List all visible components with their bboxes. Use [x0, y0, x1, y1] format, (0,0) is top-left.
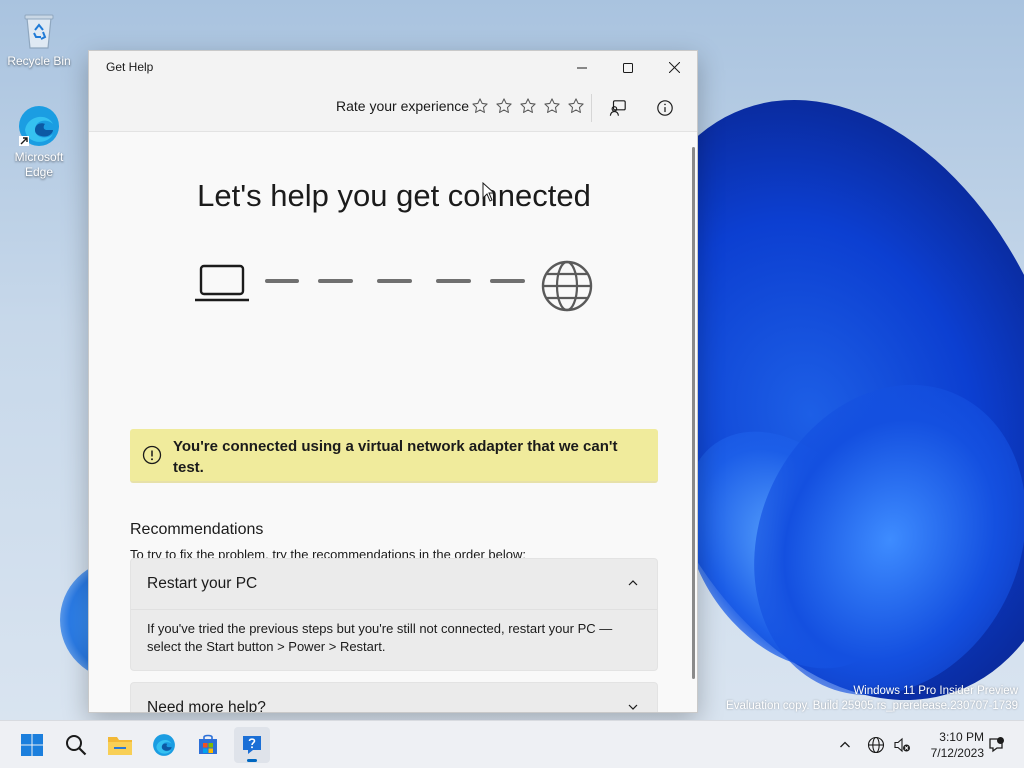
minimize-icon	[577, 67, 587, 68]
file-explorer-icon	[108, 737, 132, 755]
star-1-button[interactable]	[470, 96, 490, 116]
chevron-up-icon	[628, 580, 638, 586]
taskbar-get-help[interactable]	[234, 727, 270, 763]
clock-date: 7/12/2023	[930, 746, 984, 760]
volume-button[interactable]	[892, 735, 912, 755]
get-help-window: Get Help Rate your experience Let's help…	[88, 50, 698, 713]
star-icon	[568, 98, 584, 113]
vertical-scrollbar[interactable]	[692, 147, 695, 679]
minimize-button[interactable]	[559, 51, 605, 84]
star-3-button[interactable]	[518, 96, 538, 116]
maximize-icon	[623, 62, 633, 73]
accordion-body: If you've tried the previous steps but y…	[131, 609, 657, 670]
store-icon	[199, 734, 217, 754]
accordion-need-more-help: Need more help?	[130, 682, 658, 712]
notification-icon	[989, 737, 1004, 753]
notification-button[interactable]	[986, 735, 1006, 755]
star-icon	[496, 98, 512, 113]
info-icon	[657, 100, 673, 116]
toolbar: Rate your experience	[89, 84, 697, 132]
toolbar-divider	[591, 94, 592, 122]
desktop-icon-label: Recycle Bin	[7, 54, 71, 68]
network-status-button[interactable]	[866, 735, 886, 755]
mouse-cursor-icon	[482, 182, 496, 202]
desktop-icon-edge[interactable]: Microsoft Edge	[2, 104, 76, 180]
star-5-button[interactable]	[566, 96, 586, 116]
star-2-button[interactable]	[494, 96, 514, 116]
page-heading: Let's help you get connected	[197, 178, 591, 213]
taskbar-store[interactable]	[190, 727, 226, 763]
star-icon	[544, 98, 560, 113]
taskbar-search-button[interactable]	[58, 727, 94, 763]
connection-dash	[377, 279, 412, 283]
search-icon	[66, 735, 87, 756]
content-area[interactable]: Let's help you get connected You're conn…	[89, 132, 697, 712]
close-button[interactable]	[651, 51, 697, 84]
warning-banner: You're connected using a virtual network…	[130, 429, 658, 483]
accordion-header[interactable]: Need more help?	[131, 683, 657, 712]
clock-time: 3:10 PM	[939, 730, 984, 744]
globe-icon	[541, 260, 593, 312]
accordion-title: Need more help?	[147, 699, 266, 712]
taskbar: 3:10 PM 7/12/2023	[0, 720, 1024, 768]
chevron-up-icon	[840, 741, 850, 748]
accordion-title: Restart your PC	[147, 575, 258, 592]
network-icon	[867, 736, 885, 754]
connection-dash	[490, 279, 525, 283]
taskbar-file-explorer[interactable]	[102, 727, 138, 763]
edge-icon	[17, 104, 61, 148]
close-icon	[668, 62, 680, 73]
star-icon	[520, 98, 536, 113]
accordion-header[interactable]: Restart your PC	[131, 559, 657, 609]
feedback-icon	[609, 100, 626, 116]
edge-icon	[153, 734, 175, 756]
show-hidden-icons-button[interactable]	[835, 735, 855, 755]
connection-dash	[318, 279, 353, 283]
star-icon	[472, 98, 488, 113]
windows-watermark: Windows 11 Pro Insider Preview Evaluatio…	[726, 685, 1018, 712]
start-icon	[21, 734, 43, 756]
chevron-down-icon	[628, 704, 638, 710]
connection-diagram	[195, 260, 593, 312]
accordion-restart-pc: Restart your PC If you've tried the prev…	[130, 558, 658, 671]
maximize-button[interactable]	[605, 51, 651, 84]
recommendations-heading: Recommendations	[130, 521, 264, 538]
desktop-icon-recycle-bin[interactable]: Recycle Bin	[2, 8, 76, 69]
feedback-button[interactable]	[602, 94, 634, 122]
title-bar[interactable]: Get Help	[89, 51, 697, 84]
start-button[interactable]	[14, 727, 50, 763]
laptop-icon	[195, 264, 249, 302]
desktop-icon-label: Microsoft Edge	[14, 150, 64, 179]
taskbar-clock[interactable]: 3:10 PM 7/12/2023	[918, 729, 984, 761]
connection-dash	[265, 279, 299, 283]
warning-text: You're connected using a virtual network…	[173, 438, 618, 476]
get-help-icon	[243, 736, 261, 754]
window-title: Get Help	[106, 60, 154, 74]
star-rating	[470, 96, 586, 116]
about-button[interactable]	[649, 94, 681, 122]
taskbar-edge[interactable]	[146, 727, 182, 763]
warning-icon	[142, 445, 162, 465]
rate-experience-label: Rate your experience	[336, 98, 470, 114]
recycle-bin-icon	[17, 8, 61, 52]
star-4-button[interactable]	[542, 96, 562, 116]
connection-dash	[436, 279, 471, 283]
volume-muted-icon	[894, 737, 910, 753]
